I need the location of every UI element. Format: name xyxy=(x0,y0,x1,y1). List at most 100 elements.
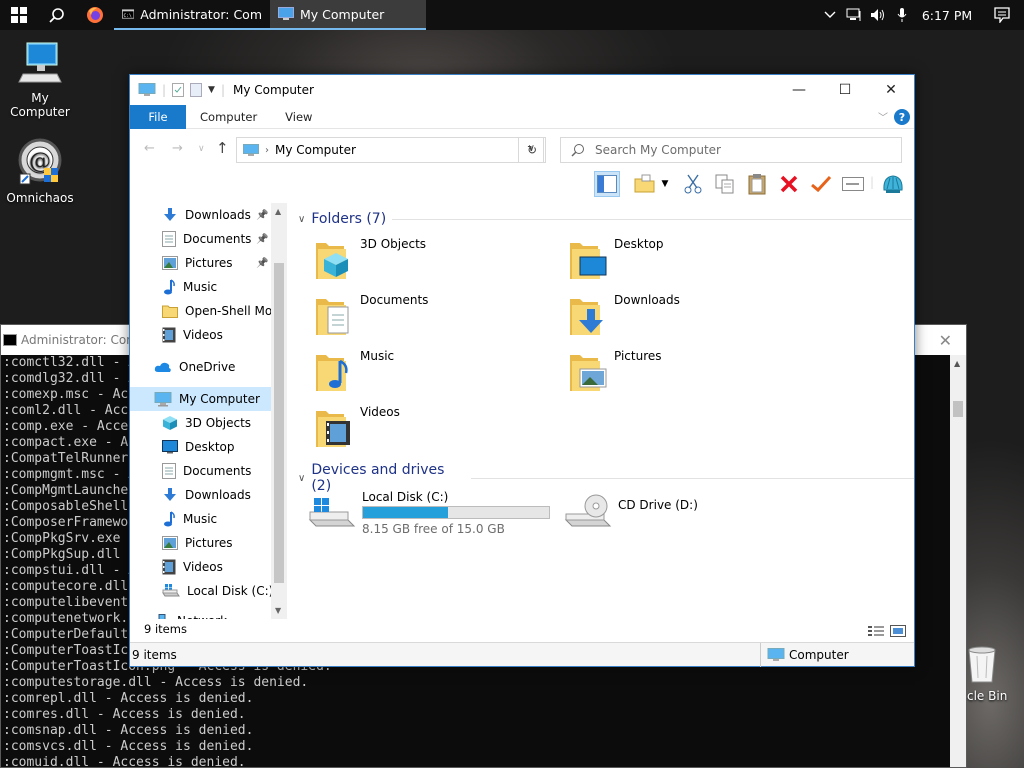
folder-item-3d-objects[interactable]: 3D Objects xyxy=(314,235,554,285)
action-center-button[interactable] xyxy=(980,0,1024,30)
new-folder-icon[interactable] xyxy=(190,83,203,97)
chevron-up-icon[interactable] xyxy=(818,0,842,30)
drive-item-local-disk[interactable]: Local Disk (C:) 8.15 GB free of 15.0 GB xyxy=(308,488,550,538)
address-bar[interactable]: › My Computer ∨ xyxy=(236,137,544,163)
pin-icon[interactable]: 📌 xyxy=(256,258,268,269)
nav-item-music[interactable]: Music xyxy=(130,275,271,299)
maximize-button[interactable]: ☐ xyxy=(822,75,868,105)
scroll-up-icon[interactable]: ▲ xyxy=(275,207,281,216)
folder-item-downloads[interactable]: Downloads xyxy=(568,291,808,341)
rename-button[interactable] xyxy=(840,171,866,197)
desktop-icon-label: Omnichaos xyxy=(6,191,74,205)
back-button[interactable]: ← xyxy=(144,141,155,156)
nav-item-downloads[interactable]: Downloads xyxy=(130,483,271,507)
explorer-titlebar[interactable]: | ▼ | My Computer — ☐ ✕ xyxy=(130,75,914,105)
large-icons-view-icon[interactable] xyxy=(890,625,906,637)
chevron-down-icon[interactable]: ﹀ xyxy=(878,109,888,124)
recent-locations-icon[interactable]: ∨ xyxy=(198,144,205,154)
delete-button[interactable] xyxy=(776,171,802,197)
taskbar-app-console[interactable]: C:\ Administrator: Com xyxy=(114,0,270,30)
properties-icon[interactable] xyxy=(172,83,185,97)
search-icon xyxy=(571,144,584,157)
3d-objects-icon xyxy=(162,415,178,431)
start-button[interactable] xyxy=(0,0,38,30)
chevron-down-icon[interactable]: ∨ xyxy=(298,473,305,484)
paste-button[interactable] xyxy=(744,171,770,197)
open-shell-settings-button[interactable] xyxy=(880,171,906,197)
tab-view[interactable]: View xyxy=(271,105,326,129)
pin-icon[interactable]: 📌 xyxy=(256,210,268,221)
tab-file[interactable]: File xyxy=(130,104,186,129)
close-button[interactable]: ✕ xyxy=(868,75,914,105)
videos-icon xyxy=(162,559,176,575)
drive-item-cd-drive[interactable]: CD Drive (D:) xyxy=(564,488,764,538)
group-header-folders[interactable]: ∨ Folders (7) xyxy=(298,211,913,227)
nav-item-onedrive[interactable]: OneDrive xyxy=(130,355,271,379)
nav-item-pictures[interactable]: Pictures 📌 xyxy=(130,251,271,275)
folder-item-documents[interactable]: Documents xyxy=(314,291,554,341)
cut-button[interactable] xyxy=(680,171,706,197)
pin-icon[interactable]: 📌 xyxy=(256,234,268,245)
network-icon[interactable] xyxy=(842,0,866,30)
desktop-icon-my-computer[interactable]: My Computer xyxy=(0,40,80,119)
explorer-window[interactable]: | ▼ | My Computer — ☐ ✕ File Computer Vi… xyxy=(129,74,915,667)
nav-item-documents[interactable]: Documents 📌 xyxy=(130,227,271,251)
scrollbar-thumb[interactable] xyxy=(953,401,963,417)
volume-icon[interactable] xyxy=(866,0,890,30)
properties-button[interactable] xyxy=(808,171,834,197)
scroll-up-icon[interactable]: ▲ xyxy=(954,359,960,368)
close-icon[interactable]: ✕ xyxy=(939,331,952,350)
refresh-button[interactable]: ↻ xyxy=(518,137,546,163)
status-item-count: 9 items xyxy=(144,622,187,636)
tab-computer[interactable]: Computer xyxy=(186,105,271,129)
console-title: Administrator: Comr xyxy=(21,333,143,347)
search-input[interactable]: Search My Computer xyxy=(560,137,902,163)
minimize-button[interactable]: — xyxy=(776,75,822,105)
navigation-pane[interactable]: Downloads 📌 Documents 📌 Pictures 📌 Music Open-S… xyxy=(130,203,287,619)
folder-item-music[interactable]: Music xyxy=(314,347,554,397)
content-pane[interactable]: ∨ Folders (7) ∨ Devices and drives (2) 3… xyxy=(288,203,914,619)
nav-item-documents[interactable]: Documents xyxy=(130,459,271,483)
status-bar-location-label: Computer xyxy=(789,647,849,662)
videos-icon xyxy=(162,327,176,343)
computer-icon xyxy=(18,42,62,83)
nav-item-3d-objects[interactable]: 3D Objects xyxy=(130,411,271,435)
folder-item-videos[interactable]: Videos xyxy=(314,403,554,453)
new-folder-button[interactable] xyxy=(632,171,658,197)
nav-item-videos[interactable]: Videos xyxy=(130,323,271,347)
scrollbar-thumb[interactable] xyxy=(274,263,284,583)
console-scrollbar[interactable]: ▲ xyxy=(950,355,966,767)
navigation-pane-scrollbar[interactable]: ▲ ▼ xyxy=(271,203,287,619)
chevron-right-icon[interactable]: › xyxy=(265,145,269,156)
details-view-icon[interactable] xyxy=(868,625,884,637)
taskbar-clock[interactable]: 6:17 PM xyxy=(914,8,980,23)
folder-item-desktop[interactable]: Desktop xyxy=(568,235,808,285)
copy-icon xyxy=(715,174,734,194)
nav-item-pictures[interactable]: Pictures xyxy=(130,531,271,555)
customize-toolbar-icon[interactable]: ▼ xyxy=(208,85,215,95)
chevron-down-icon[interactable]: ∨ xyxy=(298,214,305,225)
nav-item-desktop[interactable]: Desktop xyxy=(130,435,271,459)
nav-item-music[interactable]: Music xyxy=(130,507,271,531)
chevron-down-icon[interactable]: ▼ xyxy=(658,171,672,197)
nav-item-my-computer[interactable]: My Computer xyxy=(130,387,271,411)
nav-item-open-shell-mod[interactable]: Open-Shell Mod xyxy=(130,299,280,323)
folder-item-pictures[interactable]: Pictures xyxy=(568,347,808,397)
forward-button[interactable]: → xyxy=(172,141,183,156)
search-button[interactable] xyxy=(38,0,76,30)
nav-item-label: Desktop xyxy=(185,440,235,454)
firefox-taskbar-button[interactable] xyxy=(76,0,114,30)
help-icon[interactable]: ? xyxy=(894,109,910,125)
nav-item-downloads[interactable]: Downloads 📌 xyxy=(130,203,271,227)
up-button[interactable]: ↑ xyxy=(216,139,229,157)
navigation-pane-button[interactable] xyxy=(594,171,620,197)
nav-item-local-disk-c[interactable]: Local Disk (C:) xyxy=(130,579,273,603)
desktop-icon-omnichaos[interactable]: @ Omnichaos xyxy=(0,138,80,205)
scroll-down-icon[interactable]: ▼ xyxy=(275,606,281,615)
copy-button[interactable] xyxy=(712,171,738,197)
drive-name: CD Drive (D:) xyxy=(618,498,698,512)
taskbar-app-explorer[interactable]: My Computer xyxy=(270,0,426,30)
search-icon xyxy=(49,8,64,23)
microphone-icon[interactable] xyxy=(890,0,914,30)
nav-item-videos[interactable]: Videos xyxy=(130,555,271,579)
